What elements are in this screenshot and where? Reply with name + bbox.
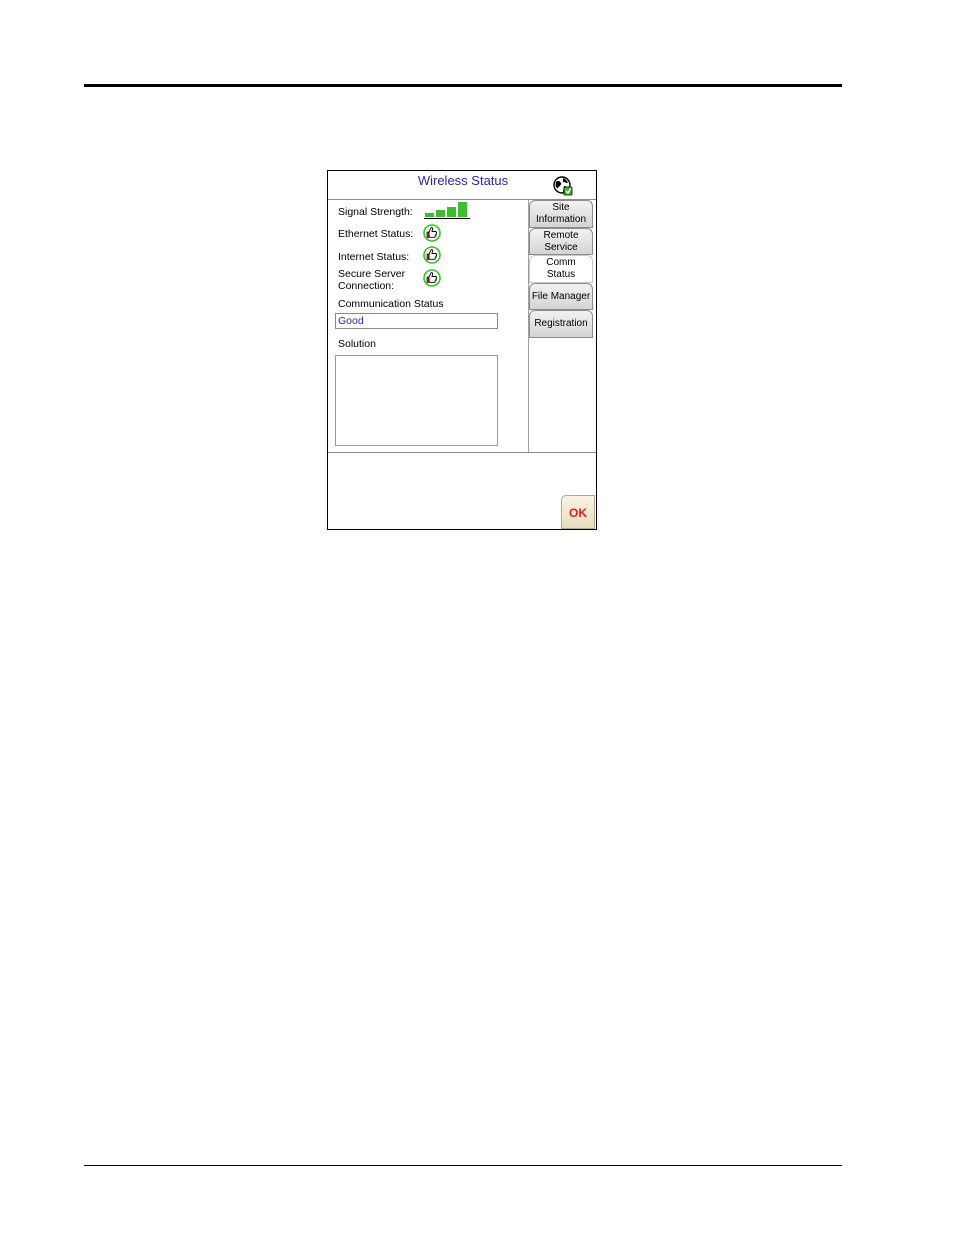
tab-comm-status[interactable]: Comm Status [529, 255, 593, 283]
tab-label-line2: Service [544, 241, 578, 253]
tab-label-line1: Site [552, 202, 570, 213]
tab-site-information[interactable]: Site Information [529, 200, 593, 228]
tab-label: File Manager [531, 290, 591, 302]
title-bar: Wireless Status [328, 171, 596, 200]
ok-button[interactable]: OK [561, 495, 595, 529]
signal-bar-3 [447, 207, 456, 217]
wireless-status-screen: Wireless Status Signal Strength: Etherne… [327, 170, 597, 530]
page-top-rule [84, 84, 842, 87]
page-bottom-rule [84, 1165, 842, 1166]
tab-label-line2: Status [546, 269, 576, 280]
solution-label: Solution [338, 338, 376, 350]
window-title: Wireless Status [417, 173, 509, 188]
secure-server-label-line1: Secure Server [338, 268, 406, 280]
tab-registration[interactable]: Registration [529, 310, 593, 338]
tab-label-line1: Comm [546, 257, 576, 268]
tab-label: Registration [534, 318, 588, 329]
signal-strength-indicator [424, 202, 470, 219]
signal-strength-label: Signal Strength: [338, 206, 413, 218]
internet-status-label: Internet Status: [338, 251, 410, 263]
tab-file-manager[interactable]: File Manager [529, 283, 593, 310]
secure-server-thumbs-up-icon [423, 269, 441, 287]
secure-server-label-line2: Connection: [338, 280, 395, 292]
solution-textbox[interactable] [335, 355, 498, 446]
communication-status-field: Good [335, 313, 498, 329]
ethernet-thumbs-up-icon [423, 224, 441, 242]
globe-icon [553, 176, 573, 196]
tab-remote-service[interactable]: Remote Service [529, 228, 593, 255]
internet-thumbs-up-icon [423, 246, 441, 264]
signal-bar-4 [458, 202, 467, 217]
footer-bar: OK [328, 452, 596, 530]
status-panel: Signal Strength: Ethernet Status: Intern… [328, 200, 529, 452]
communication-status-label: Communication Status [338, 298, 444, 310]
signal-bar-2 [436, 210, 445, 217]
tab-label-line1: Remote [543, 229, 579, 241]
tab-label-line2: Information [535, 214, 587, 225]
signal-bar-1 [425, 213, 434, 217]
ethernet-status-label: Ethernet Status: [338, 228, 414, 240]
